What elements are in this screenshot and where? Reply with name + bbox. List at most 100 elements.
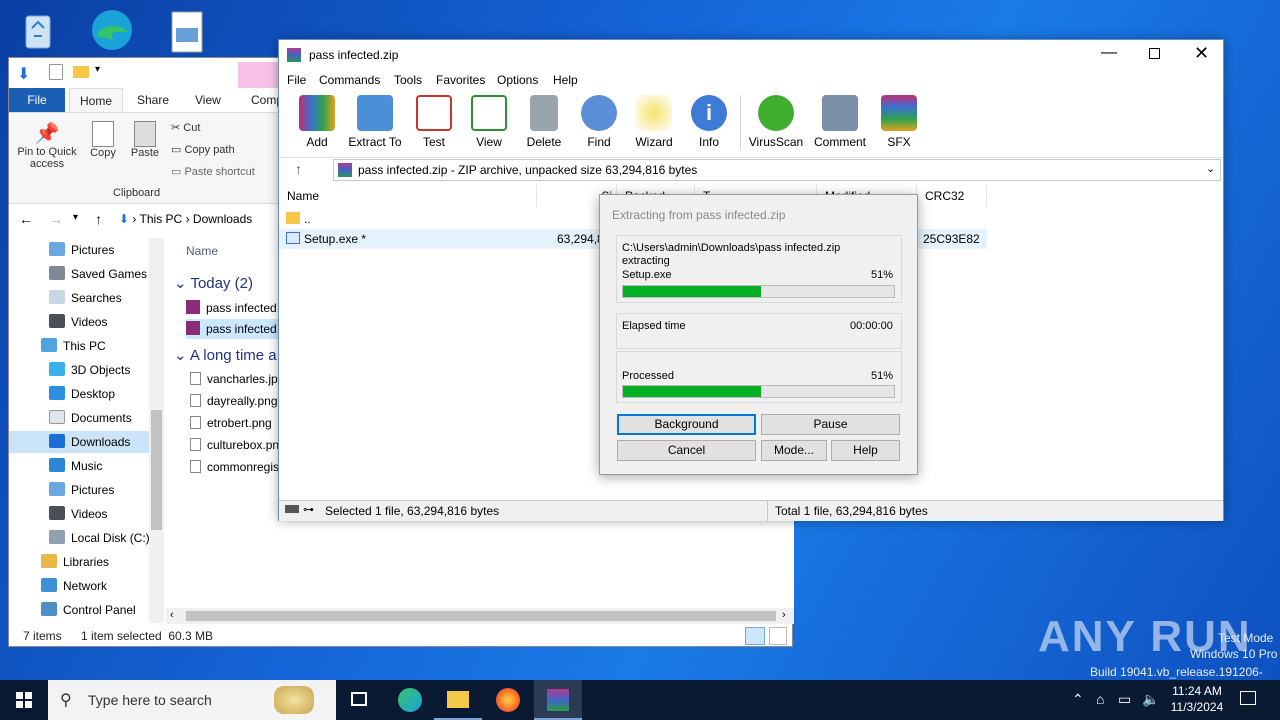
scroll-right-icon[interactable]: › <box>782 609 786 621</box>
scroll-left-icon[interactable]: ‹ <box>170 609 174 621</box>
comment-button[interactable]: Comment <box>810 95 870 149</box>
nav-item[interactable]: Libraries <box>41 551 109 573</box>
list-item[interactable]: dayreally.png <box>190 394 278 408</box>
chevron-down-icon[interactable]: ⌄ <box>1206 162 1215 175</box>
taskbar-file-explorer[interactable] <box>434 680 482 720</box>
forward-icon[interactable]: → <box>49 211 63 227</box>
list-item[interactable]: pass infected. <box>186 298 280 318</box>
details-view-icon[interactable] <box>745 627 765 645</box>
group-header-long-ago[interactable]: ⌄ A long time a <box>174 346 277 364</box>
nav-item[interactable]: Pictures <box>49 239 114 261</box>
paste-button[interactable]: Paste <box>127 121 163 159</box>
nav-item[interactable]: Searches <box>49 287 122 309</box>
list-item[interactable]: commonregis <box>190 460 279 474</box>
tab-home[interactable]: Home <box>69 88 124 112</box>
nav-item[interactable]: Desktop <box>49 383 115 405</box>
nav-item[interactable]: Control Panel <box>41 599 136 621</box>
view-button[interactable]: View <box>459 95 519 149</box>
menu-help[interactable]: Help <box>553 73 578 87</box>
title-bar[interactable]: pass infected.zip — ✕ <box>279 40 1223 71</box>
taskbar-search-box[interactable]: ⚲ Type here to search <box>48 680 336 720</box>
menu-commands[interactable]: Commands <box>319 73 380 87</box>
background-button[interactable]: Background <box>617 414 756 435</box>
column-header-name[interactable]: Name <box>279 185 537 207</box>
up-icon[interactable]: ↑ <box>295 161 302 177</box>
delete-button[interactable]: Delete <box>514 95 574 149</box>
add-button[interactable]: Add <box>287 95 347 149</box>
nav-item[interactable]: Saved Games <box>49 263 147 285</box>
task-view-button[interactable] <box>336 680 384 720</box>
nav-item[interactable]: Pictures <box>49 479 114 501</box>
help-button[interactable]: Help <box>831 440 900 461</box>
image-file-icon[interactable] <box>166 8 214 56</box>
test-button[interactable]: Test <box>404 95 464 149</box>
tab-share[interactable]: Share <box>127 88 179 112</box>
scroll-thumb[interactable] <box>151 410 162 530</box>
nav-item[interactable]: Local Disk (C:) <box>49 527 150 549</box>
find-button[interactable]: Find <box>569 95 629 149</box>
tab-file[interactable]: File <box>9 88 65 112</box>
network-icon[interactable]: ▭ <box>1118 691 1131 720</box>
new-folder-icon[interactable] <box>73 66 89 78</box>
chevron-down-icon[interactable]: ▾ <box>73 212 78 223</box>
nav-item[interactable]: Videos <box>49 311 107 333</box>
menu-file[interactable]: File <box>287 73 306 87</box>
down-arrow-icon[interactable]: ⬇ <box>17 64 30 84</box>
wizard-button[interactable]: Wizard <box>624 95 684 149</box>
edge-icon[interactable] <box>86 6 134 54</box>
paste-shortcut-button[interactable]: ▭ Paste shortcut <box>171 165 255 178</box>
notifications-icon[interactable] <box>1240 691 1256 705</box>
show-hidden-icons-icon[interactable]: ⌃ <box>1072 691 1084 720</box>
copy-path-button[interactable]: ▭ Copy path <box>171 143 235 156</box>
breadcrumb-item[interactable]: This PC <box>140 212 183 226</box>
breadcrumb[interactable]: ⬇ › This PC › Downloads <box>119 212 252 226</box>
properties-icon[interactable] <box>49 64 63 80</box>
up-icon[interactable]: ↑ <box>95 211 102 227</box>
group-header-today[interactable]: ⌄ Today (2) <box>174 274 253 292</box>
recycle-bin-icon[interactable] <box>14 6 62 54</box>
menu-tools[interactable]: Tools <box>394 73 422 87</box>
info-button[interactable]: i Info <box>679 95 739 149</box>
list-item[interactable]: culturebox.pn <box>190 438 279 452</box>
pin-quick-access-button[interactable]: 📌 Pin to Quick access <box>13 121 81 170</box>
menu-favorites[interactable]: Favorites <box>436 73 485 87</box>
copy-button[interactable]: Copy <box>85 121 121 159</box>
column-header-crc32[interactable]: CRC32 <box>917 185 987 207</box>
nav-scrollbar[interactable] <box>149 238 164 623</box>
mode-button[interactable]: Mode... <box>761 440 827 461</box>
taskbar-firefox[interactable] <box>484 680 532 720</box>
close-icon[interactable]: ✕ <box>1194 43 1209 64</box>
cut-button[interactable]: ✂ Cut <box>171 121 200 134</box>
path-field[interactable]: pass infected.zip - ZIP archive, unpacke… <box>333 159 1221 181</box>
nav-item[interactable]: Network <box>41 575 107 597</box>
breadcrumb-item[interactable]: Downloads <box>193 212 252 226</box>
column-header-name[interactable]: Name <box>186 244 218 258</box>
list-item[interactable]: etrobert.png <box>190 416 272 430</box>
nav-item[interactable]: Music <box>49 455 102 477</box>
sfx-button[interactable]: SFX <box>869 95 929 149</box>
start-button[interactable] <box>0 680 48 720</box>
extract-to-button[interactable]: Extract To <box>345 95 405 149</box>
chevron-down-icon[interactable]: ▾ <box>95 64 100 75</box>
pause-button[interactable]: Pause <box>761 414 900 435</box>
taskbar-winrar[interactable] <box>534 680 582 720</box>
taskbar-edge[interactable] <box>386 680 434 720</box>
large-icons-view-icon[interactable] <box>769 627 787 645</box>
clock[interactable]: 11:24 AM 11/3/2024 <box>1164 680 1230 720</box>
volume-icon[interactable]: 🔈 <box>1142 691 1159 720</box>
virusscan-button[interactable]: VirusScan <box>746 95 806 149</box>
cancel-button[interactable]: Cancel <box>617 440 756 461</box>
scroll-thumb[interactable] <box>186 611 776 621</box>
nav-item-this-pc[interactable]: This PC <box>41 335 106 357</box>
minimize-icon[interactable]: — <box>1101 44 1117 62</box>
tab-view[interactable]: View <box>185 88 231 112</box>
nav-item[interactable]: Documents <box>49 407 132 429</box>
maximize-icon[interactable] <box>1149 48 1160 59</box>
list-item[interactable]: vancharles.jpg <box>190 372 284 386</box>
horizontal-scrollbar[interactable]: ‹ › <box>166 608 794 624</box>
back-icon[interactable]: ← <box>19 211 33 227</box>
nav-item[interactable]: Videos <box>49 503 107 525</box>
network-status-icon[interactable]: ⌂ <box>1096 691 1104 720</box>
nav-item-downloads[interactable]: Downloads <box>9 431 149 453</box>
menu-options[interactable]: Options <box>497 73 538 87</box>
